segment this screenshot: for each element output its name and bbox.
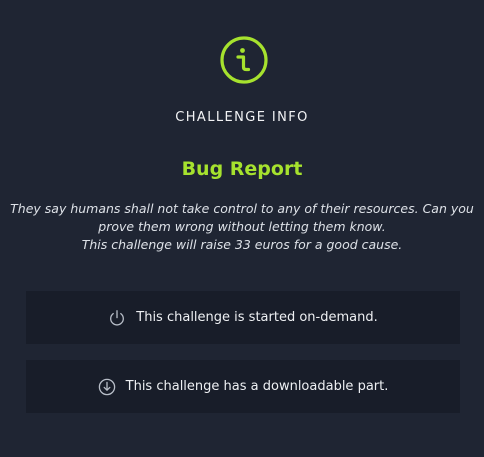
info-circle-icon <box>219 35 269 85</box>
on-demand-text: This challenge is started on-demand. <box>136 310 378 325</box>
challenge-title: Bug Report <box>181 158 303 180</box>
download-circle-icon <box>98 378 116 396</box>
on-demand-info-card: This challenge is started on-demand. <box>26 291 460 344</box>
downloadable-info-card: This challenge has a downloadable part. <box>26 360 460 413</box>
downloadable-text: This challenge has a downloadable part. <box>125 379 389 394</box>
power-icon <box>108 309 126 327</box>
description-line: prove them wrong without letting them kn… <box>98 219 386 234</box>
description-line: This challenge will raise 33 euros for a… <box>81 237 403 252</box>
challenge-description: They say humans shall not take control t… <box>10 200 474 254</box>
description-line: They say humans shall not take control t… <box>10 201 474 216</box>
section-label: CHALLENGE INFO <box>175 110 309 125</box>
